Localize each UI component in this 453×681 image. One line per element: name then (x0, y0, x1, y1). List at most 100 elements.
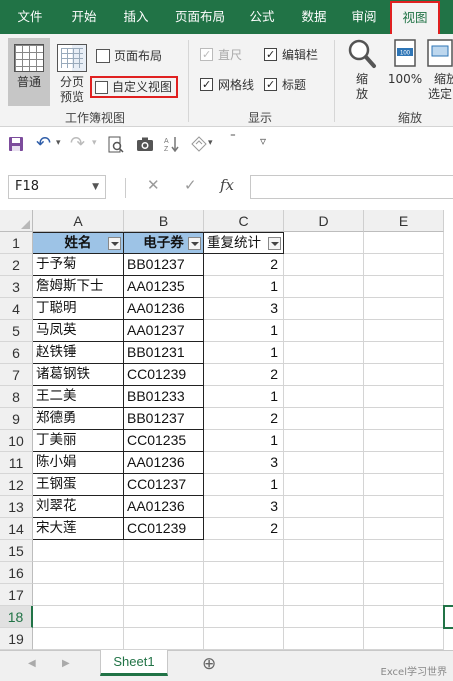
grid-cell[interactable] (364, 342, 444, 364)
row-header[interactable]: 14 (0, 518, 33, 540)
table-cell-name[interactable]: 宋大莲 (33, 518, 124, 540)
grid-cell[interactable] (284, 496, 364, 518)
grid-cell[interactable] (204, 628, 284, 650)
print-preview-icon[interactable] (108, 136, 124, 154)
grid-cell[interactable] (124, 562, 204, 584)
grid-cell[interactable] (364, 452, 444, 474)
table-cell-code[interactable]: CC01239 (124, 364, 204, 386)
row-header[interactable]: 9 (0, 408, 33, 430)
table-cell-code[interactable]: BB01237 (124, 408, 204, 430)
custom-views-button[interactable]: 自定义视图 (90, 76, 179, 98)
table-cell-code[interactable]: CC01239 (124, 518, 204, 540)
table-cell-code[interactable]: BB01237 (124, 254, 204, 276)
headings-checkbox[interactable]: 标题 (264, 76, 306, 94)
dropdown-icon[interactable]: ▾ (208, 138, 213, 148)
ruler-checkbox[interactable]: 直尺 (200, 46, 242, 64)
table-cell-name[interactable]: 赵铁锤 (33, 342, 124, 364)
grid-cell[interactable] (284, 584, 364, 606)
grid-cell[interactable] (33, 540, 124, 562)
column-header[interactable]: C (204, 210, 284, 232)
formula-bar-checkbox[interactable]: 编辑栏 (264, 46, 318, 64)
tab-data[interactable]: 数据 (294, 0, 334, 34)
add-sheet-icon[interactable]: ⊕ (202, 654, 216, 674)
table-cell-name[interactable]: 马凤英 (33, 320, 124, 342)
grid-cell[interactable] (204, 540, 284, 562)
grid-cell[interactable] (364, 364, 444, 386)
page-break-preview-button[interactable]: 分页 预览 (54, 38, 90, 106)
grid-cell[interactable] (364, 430, 444, 452)
grid-cell[interactable] (364, 628, 444, 650)
redo-dropdown-icon[interactable]: ▾ (92, 138, 97, 148)
table-cell-count[interactable]: 2 (204, 254, 284, 276)
grid-cell[interactable] (284, 562, 364, 584)
table-cell-count[interactable]: 1 (204, 474, 284, 496)
table-cell-code[interactable]: AA01237 (124, 320, 204, 342)
row-header[interactable]: 13 (0, 496, 33, 518)
grid-cell[interactable] (33, 628, 124, 650)
table-cell-code[interactable]: BB01233 (124, 386, 204, 408)
grid-cell[interactable] (284, 276, 364, 298)
grid-cell[interactable] (284, 408, 364, 430)
column-header[interactable]: E (364, 210, 444, 232)
table-cell-code[interactable]: BB01231 (124, 342, 204, 364)
table-cell-count[interactable]: 1 (204, 342, 284, 364)
undo-dropdown-icon[interactable]: ▾ (56, 138, 61, 148)
table-cell-code[interactable]: AA01236 (124, 298, 204, 320)
row-header[interactable]: 18 (0, 606, 33, 628)
grid-cell[interactable] (364, 474, 444, 496)
row-header[interactable]: 12 (0, 474, 33, 496)
sort-ascending-icon[interactable]: AZ (164, 136, 180, 152)
grid-cell[interactable] (284, 320, 364, 342)
column-header[interactable]: B (124, 210, 204, 232)
row-header[interactable]: 19 (0, 628, 33, 650)
grid-cell[interactable] (284, 430, 364, 452)
grid-cell[interactable] (124, 606, 204, 628)
chevron-down-icon[interactable]: ▼ (92, 176, 99, 198)
grid-cell[interactable] (204, 606, 284, 628)
camera-icon[interactable] (136, 136, 154, 152)
table-cell-count[interactable]: 3 (204, 452, 284, 474)
enter-icon[interactable]: ✓ (184, 176, 197, 194)
grid-cell[interactable] (124, 628, 204, 650)
grid-cell[interactable] (284, 298, 364, 320)
grid-cell[interactable] (364, 276, 444, 298)
page-layout-button[interactable]: 页面布局 (96, 46, 162, 66)
table-cell-count[interactable]: 3 (204, 298, 284, 320)
table-cell-count[interactable]: 1 (204, 276, 284, 298)
normal-view-button[interactable]: 普通 (8, 38, 50, 106)
grid-cell[interactable] (284, 452, 364, 474)
grid-cell[interactable] (284, 606, 364, 628)
tab-view[interactable]: 视图 (390, 1, 440, 34)
grid-cell[interactable] (364, 496, 444, 518)
grid-cell[interactable] (284, 518, 364, 540)
zoom-to-selection-button[interactable]: 缩放 选定区 (426, 38, 453, 106)
save-icon[interactable] (8, 136, 24, 152)
table-cell-count[interactable]: 1 (204, 386, 284, 408)
grid-cell[interactable] (364, 232, 444, 254)
row-header[interactable]: 6 (0, 342, 33, 364)
insert-function-icon[interactable]: fx (220, 176, 234, 194)
grid-cell[interactable] (124, 540, 204, 562)
grid-cell[interactable] (364, 298, 444, 320)
grid-cell[interactable] (284, 364, 364, 386)
grid-cell[interactable] (124, 584, 204, 606)
grid-cell[interactable] (284, 386, 364, 408)
row-header[interactable]: 4 (0, 298, 33, 320)
tab-page-layout[interactable]: 页面布局 (168, 0, 232, 34)
grid-cell[interactable] (204, 562, 284, 584)
scroll-left-icon[interactable]: ◀ (28, 658, 36, 669)
undo-icon[interactable]: ↶ (36, 133, 51, 154)
table-cell-count[interactable]: 3 (204, 496, 284, 518)
customize-qat-dropdown-icon[interactable]: ▿ (260, 134, 266, 148)
row-header[interactable]: 1 (0, 232, 33, 254)
grid-cell[interactable] (284, 628, 364, 650)
redo-icon[interactable]: ↷ (70, 133, 85, 154)
row-header[interactable]: 11 (0, 452, 33, 474)
grid-cell[interactable] (364, 606, 444, 628)
table-cell-code[interactable]: AA01236 (124, 452, 204, 474)
table-cell-name[interactable]: 詹姆斯下士 (33, 276, 124, 298)
grid-cell[interactable] (364, 320, 444, 342)
tab-insert[interactable]: 插入 (116, 0, 156, 34)
grid-cell[interactable] (33, 584, 124, 606)
sheet-tab-sheet1[interactable]: Sheet1 (100, 650, 168, 676)
